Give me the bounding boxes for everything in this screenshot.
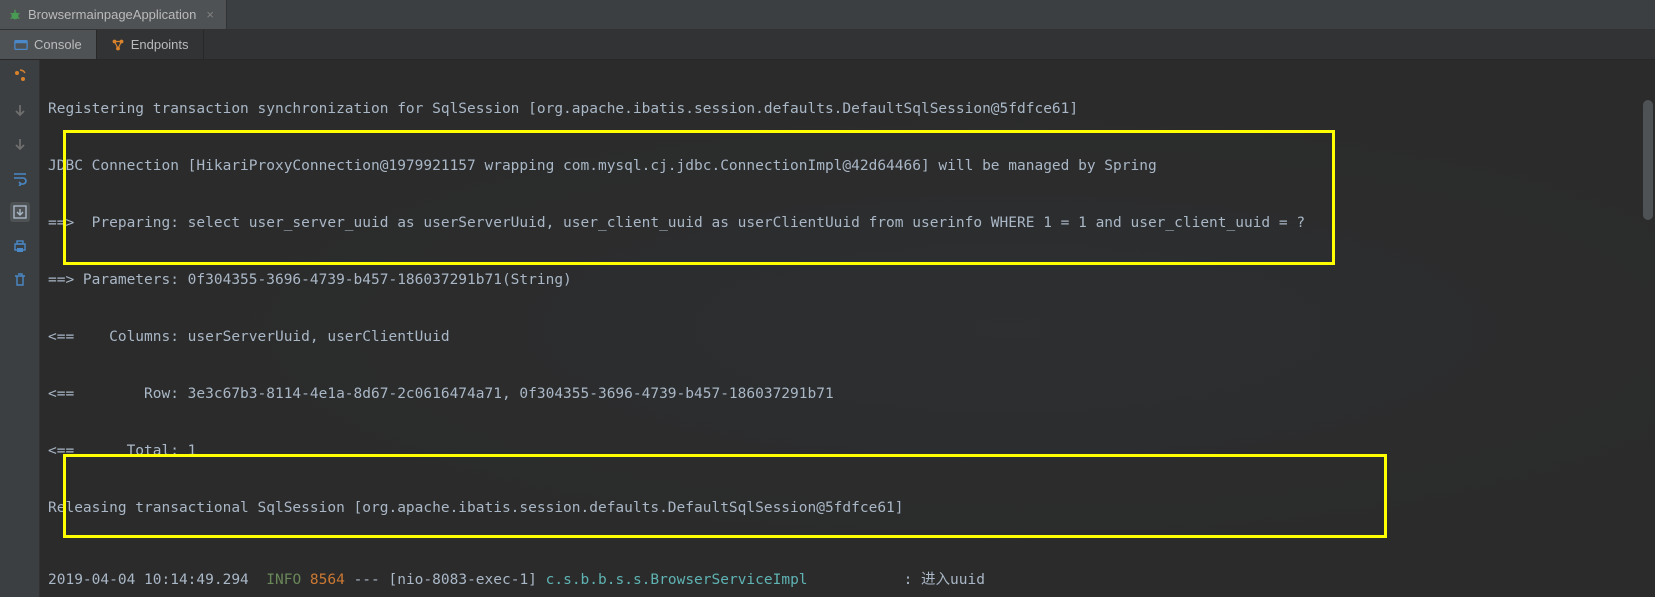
log-line: <== Row: 3e3c67b3-8114-4e1a-8d67-2c06164… (48, 381, 1655, 408)
run-config-tab[interactable]: BrowsermainpageApplication × (0, 0, 227, 29)
tool-window-subtabs: Console Endpoints (0, 30, 1655, 60)
log-line: 2019-04-04 10:14:49.294 INFO 8564 --- [n… (48, 567, 1655, 594)
close-icon[interactable]: × (206, 7, 214, 22)
trash-icon[interactable] (10, 270, 30, 290)
tab-console[interactable]: Console (0, 30, 97, 59)
rerun-icon[interactable] (10, 66, 30, 86)
tab-endpoints-label: Endpoints (131, 37, 189, 52)
console-body: Registering transaction synchronization … (0, 60, 1655, 597)
scroll-to-end-icon[interactable] (10, 202, 30, 222)
down-icon[interactable] (10, 134, 30, 154)
console-toolbar (0, 60, 40, 597)
soft-wrap-icon[interactable] (10, 168, 30, 188)
log-line: JDBC Connection [HikariProxyConnection@1… (48, 153, 1655, 180)
run-config-tab-bar: BrowsermainpageApplication × (0, 0, 1655, 30)
log-line: <== Total: 1 (48, 438, 1655, 465)
tab-console-label: Console (34, 37, 82, 52)
run-config-label: BrowsermainpageApplication (28, 7, 196, 22)
tab-endpoints[interactable]: Endpoints (97, 30, 204, 59)
log-line: ==> Preparing: select user_server_uuid a… (48, 210, 1655, 237)
vertical-scrollbar[interactable] (1643, 60, 1653, 597)
console-icon (14, 38, 28, 52)
endpoints-icon (111, 38, 125, 52)
debug-icon (8, 8, 22, 22)
log-line: <== Columns: userServerUuid, userClientU… (48, 324, 1655, 351)
stop-icon[interactable] (10, 100, 30, 120)
print-icon[interactable] (10, 236, 30, 256)
scrollbar-thumb[interactable] (1643, 100, 1653, 220)
log-line: ==> Parameters: 0f304355-3696-4739-b457-… (48, 267, 1655, 294)
log-line: Releasing transactional SqlSession [org.… (48, 495, 1655, 522)
log-line: Registering transaction synchronization … (48, 96, 1655, 123)
console-output[interactable]: Registering transaction synchronization … (40, 60, 1655, 597)
